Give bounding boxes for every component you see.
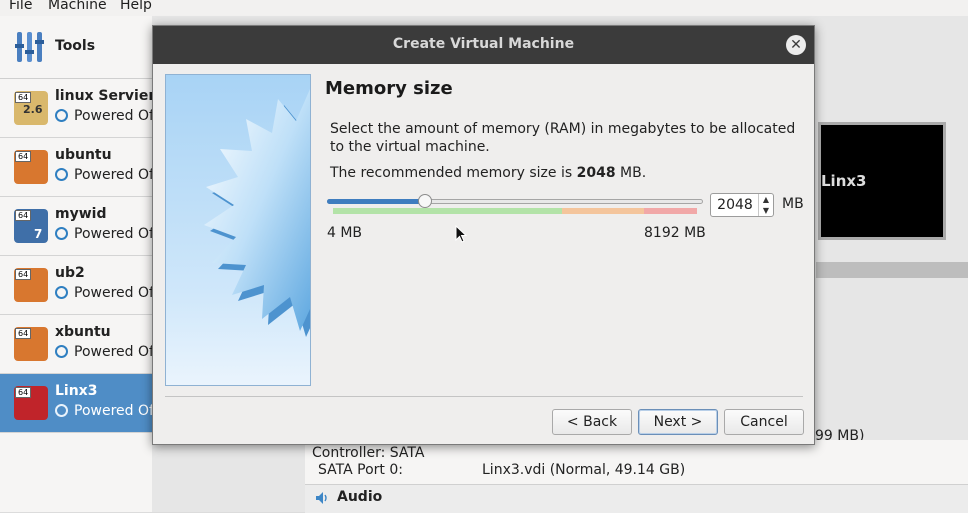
memory-scale: [333, 208, 697, 214]
vm-item-ub2[interactable]: 64 ub2 Powered Off: [0, 256, 159, 315]
menu-file[interactable]: File: [9, 0, 32, 13]
arch-badge: 64: [15, 387, 32, 398]
vm-state-text: Powered Off: [74, 167, 159, 183]
power-off-icon: [55, 286, 68, 299]
power-off-icon: [55, 404, 68, 417]
sata-port-value: Linx3.vdi (Normal, 49.14 GB): [482, 462, 686, 478]
memory-input[interactable]: [711, 194, 759, 216]
dialog-titlebar[interactable]: Create Virtual Machine ✕: [153, 26, 814, 64]
vm-state: Powered Off: [55, 403, 159, 419]
vm-item-xbuntu[interactable]: 64 xbuntu Powered Off: [0, 315, 159, 374]
recommend-value: 2048: [576, 165, 616, 181]
tools-label: Tools: [55, 38, 96, 54]
next-button[interactable]: Next >: [638, 409, 718, 435]
storage-controller: Controller: SATA: [312, 445, 425, 461]
recommended-memory-text: The recommended memory size is 2048 MB.: [330, 165, 646, 181]
mouse-cursor-icon: [455, 225, 467, 243]
back-button[interactable]: < Back: [552, 409, 632, 435]
cancel-button[interactable]: Cancel: [724, 409, 804, 435]
scale-safe-zone: [333, 208, 562, 214]
vm-name: Linx3: [55, 383, 98, 399]
vm-name: mywid: [55, 206, 107, 222]
memory-min-label: 4 MB: [327, 225, 363, 241]
vm-item-linux-servier[interactable]: 64 2.6 linux Servier Powered Off: [0, 79, 159, 138]
vm-item-mywid[interactable]: 64 7 mywid Powered Off: [0, 197, 159, 256]
create-vm-dialog: Create Virtual Machine ✕ Memory size Sel…: [152, 25, 815, 445]
vm-state-text: Powered Off: [74, 403, 159, 419]
vm-state: Powered Off: [55, 285, 159, 301]
audio-label: Audio: [337, 489, 383, 505]
windows-os-icon: 64 7: [14, 209, 48, 243]
debian-os-icon: 64: [14, 386, 48, 420]
arch-badge: 64: [15, 92, 32, 103]
vm-state-text: Powered Off: [74, 108, 159, 124]
section-header-bar: [816, 262, 968, 278]
vm-name: linux Servier: [55, 88, 156, 104]
recommend-prefix: The recommended memory size is: [330, 165, 577, 181]
menu-help[interactable]: Help: [120, 0, 152, 13]
tools-item[interactable]: Tools: [0, 16, 152, 79]
scale-danger-zone: [644, 208, 697, 214]
ubuntu-os-icon: 64: [14, 327, 48, 361]
arch-badge: 64: [15, 151, 32, 162]
power-off-icon: [55, 345, 68, 358]
vm-preview-label: Linx3: [821, 172, 867, 190]
vm-name: ub2: [55, 265, 85, 281]
vm-name: xbuntu: [55, 324, 111, 340]
spin-down-icon[interactable]: ▼: [758, 205, 773, 216]
vm-state: Powered Off: [55, 108, 159, 124]
power-off-icon: [55, 168, 68, 181]
ubuntu-os-icon: 64: [14, 150, 48, 184]
scale-warning-zone: [562, 208, 644, 214]
sata-port-label: SATA Port 0:: [318, 462, 403, 478]
tools-icon: [15, 32, 44, 62]
audio-section-header[interactable]: Audio: [305, 484, 968, 513]
menu-bar: File Machine Help: [0, 0, 968, 16]
machine-list: Tools 64 2.6 linux Servier Powered Off 6…: [0, 16, 159, 512]
ubuntu-os-icon: 64: [14, 268, 48, 302]
spin-up-icon[interactable]: ▲: [758, 194, 773, 205]
vm-item-linx3[interactable]: 64 Linx3 Powered Off: [0, 374, 159, 433]
starburst-icon: [204, 89, 310, 337]
button-separator: [165, 396, 803, 397]
memory-max-label: 8192 MB: [644, 225, 706, 241]
memory-description: Select the amount of memory (RAM) in meg…: [330, 121, 796, 155]
arch-badge: 64: [15, 269, 32, 280]
memory-spinbox: ▲ ▼: [710, 193, 774, 217]
slider-thumb[interactable]: [418, 194, 432, 208]
page-heading: Memory size: [325, 78, 453, 99]
dialog-title: Create Virtual Machine: [392, 36, 575, 52]
vm-state: Powered Off: [55, 167, 159, 183]
wizard-illustration: [165, 74, 311, 386]
power-off-icon: [55, 109, 68, 122]
vm-state-text: Powered Off: [74, 226, 159, 242]
os-version-label: 7: [34, 227, 43, 241]
os-version-label: 2.6: [23, 103, 43, 116]
speaker-icon: [316, 492, 327, 504]
vm-state: Powered Off: [55, 344, 159, 360]
arch-badge: 64: [15, 210, 32, 221]
vm-state: Powered Off: [55, 226, 159, 242]
power-off-icon: [55, 227, 68, 240]
memory-unit: MB: [782, 196, 804, 212]
vm-item-ubuntu[interactable]: 64 ubuntu Powered Off: [0, 138, 159, 197]
slider-fill: [327, 199, 425, 204]
vm-state-text: Powered Off: [74, 344, 159, 360]
close-icon[interactable]: ✕: [786, 35, 806, 55]
linux-os-icon: 64 2.6: [14, 91, 48, 125]
vm-name: ubuntu: [55, 147, 112, 163]
menu-machine[interactable]: Machine: [48, 0, 107, 13]
recommend-suffix: MB.: [615, 165, 647, 181]
vm-state-text: Powered Off: [74, 285, 159, 301]
arch-badge: 64: [15, 328, 32, 339]
